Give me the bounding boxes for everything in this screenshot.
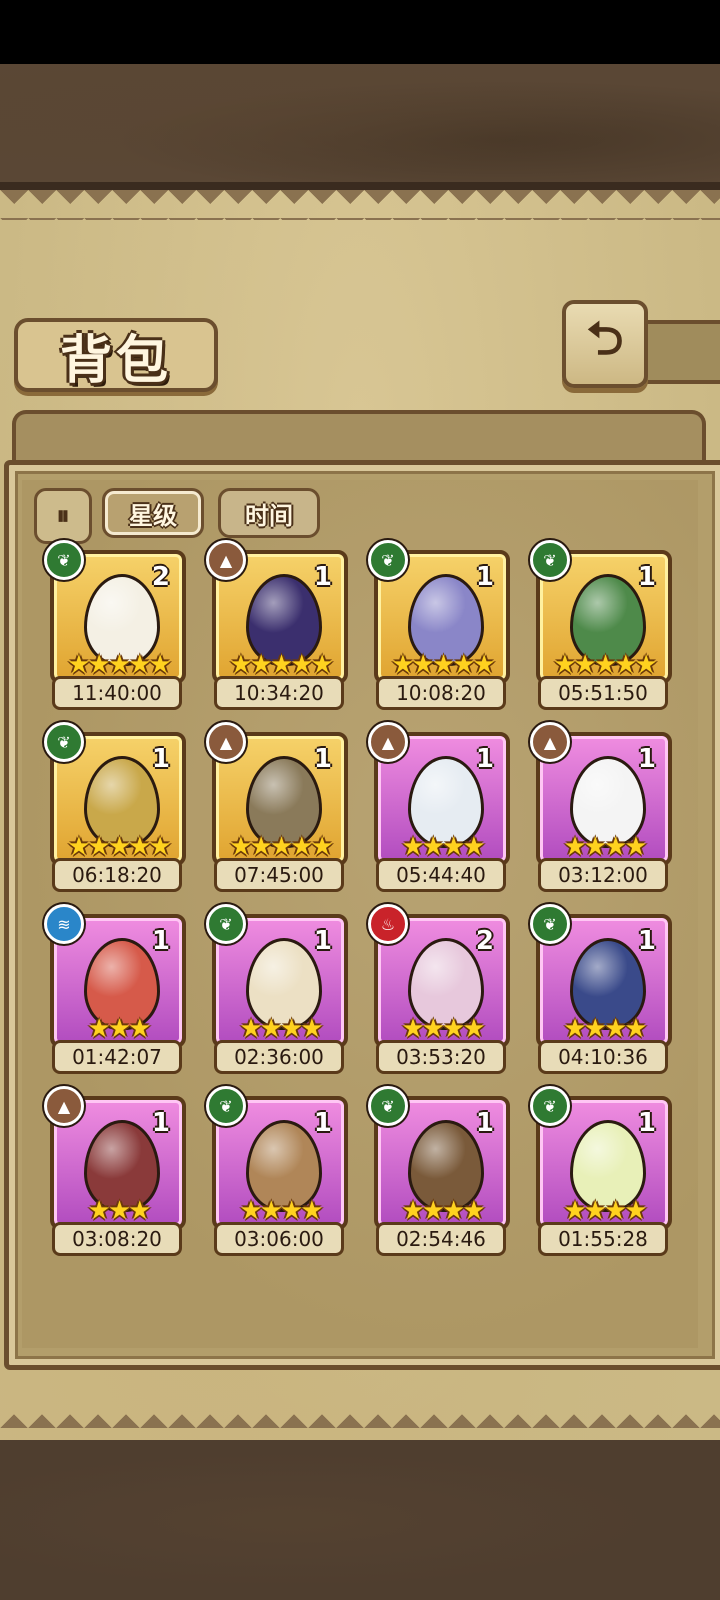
leaf-element-icon: ❦ <box>206 904 246 944</box>
hatch-timer: 03:12:00 <box>538 858 668 892</box>
hatch-timer: 10:08:20 <box>376 676 506 710</box>
tab-sort-by-star[interactable]: 星级 <box>102 488 204 538</box>
egg-count: 1 <box>637 562 656 592</box>
egg-card[interactable]: 1 ★★★★ ❦ 03:06:00 <box>206 1086 348 1256</box>
rock-element-icon: ▲ <box>368 722 408 762</box>
hatch-timer: 03:06:00 <box>214 1222 344 1256</box>
fire-element-icon: ♨ <box>368 904 408 944</box>
leaf-element-icon: ❦ <box>206 1086 246 1126</box>
egg-card[interactable]: 1 ★★★★★ ❦ 06:18:20 <box>44 722 186 892</box>
egg-card[interactable]: 2 ★★★★★ ❦ 11:40:00 <box>44 540 186 710</box>
hatch-timer: 11:40:00 <box>52 676 182 710</box>
egg-count: 1 <box>151 744 170 774</box>
egg-card[interactable]: 1 ★★★★★ ❦ 10:08:20 <box>368 540 510 710</box>
egg-count: 1 <box>475 744 494 774</box>
hatch-timer: 03:53:20 <box>376 1040 506 1074</box>
torn-edge-top <box>0 190 720 220</box>
leaf-element-icon: ❦ <box>44 540 84 580</box>
hatch-timer: 04:10:36 <box>538 1040 668 1074</box>
egg-count: 1 <box>151 1108 170 1138</box>
back-button[interactable]: ⮌ <box>562 300 648 388</box>
egg-card[interactable]: 1 ★★★★ ▲ 03:12:00 <box>530 722 672 892</box>
egg-count: 1 <box>313 744 332 774</box>
leaf-element-icon: ❦ <box>530 1086 570 1126</box>
egg-count: 1 <box>313 926 332 956</box>
egg-count: 1 <box>313 562 332 592</box>
egg-count: 1 <box>475 1108 494 1138</box>
egg-card[interactable]: 2 ★★★★ ♨ 03:53:20 <box>368 904 510 1074</box>
hatch-timer: 06:18:20 <box>52 858 182 892</box>
map-background-top <box>0 64 720 190</box>
map-background-bottom <box>0 1440 720 1600</box>
egg-card[interactable]: 1 ★★★ ▲ 03:08:20 <box>44 1086 186 1256</box>
back-arrow-icon: ⮌ <box>586 311 624 365</box>
torn-edge-bottom <box>0 1400 720 1440</box>
hatch-timer: 02:54:46 <box>376 1222 506 1256</box>
egg-card[interactable]: 1 ★★★★ ▲ 05:44:40 <box>368 722 510 892</box>
rock-element-icon: ▲ <box>530 722 570 762</box>
egg-card[interactable]: 1 ★★★★★ ▲ 10:34:20 <box>206 540 348 710</box>
egg-card[interactable]: 1 ★★★★ ❦ 02:36:00 <box>206 904 348 1074</box>
leaf-element-icon: ❦ <box>368 540 408 580</box>
egg-card[interactable]: 1 ★★★★★ ▲ 07:45:00 <box>206 722 348 892</box>
egg-count: 2 <box>475 926 494 956</box>
egg-count: 1 <box>637 744 656 774</box>
status-bar <box>0 0 720 64</box>
egg-card[interactable]: 1 ★★★★ ❦ 02:54:46 <box>368 1086 510 1256</box>
hatch-timer: 07:45:00 <box>214 858 344 892</box>
leaf-element-icon: ❦ <box>530 904 570 944</box>
title-plate: 背包 <box>14 318 218 392</box>
egg-count: 1 <box>151 926 170 956</box>
hatch-timer: 01:55:28 <box>538 1222 668 1256</box>
tab-sort-by-time[interactable]: 时间 <box>218 488 320 538</box>
egg-card[interactable]: 1 ★★★★ ❦ 04:10:36 <box>530 904 672 1074</box>
hatch-timer: 02:36:00 <box>214 1040 344 1074</box>
leaf-element-icon: ❦ <box>44 722 84 762</box>
rock-element-icon: ▲ <box>206 722 246 762</box>
page-title: 背包 <box>59 329 172 391</box>
hatch-timer: 03:08:20 <box>52 1222 182 1256</box>
hatch-timer: 10:34:20 <box>214 676 344 710</box>
rock-element-icon: ▲ <box>206 540 246 580</box>
hatch-timer: 01:42:07 <box>52 1040 182 1074</box>
egg-count: 1 <box>637 926 656 956</box>
egg-card[interactable]: 1 ★★★★ ❦ 01:55:28 <box>530 1086 672 1256</box>
egg-count: 1 <box>313 1108 332 1138</box>
egg-count: 1 <box>475 562 494 592</box>
leaf-element-icon: ❦ <box>530 540 570 580</box>
hatch-timer: 05:44:40 <box>376 858 506 892</box>
egg-count: 1 <box>637 1108 656 1138</box>
rock-element-icon: ▲ <box>44 1086 84 1126</box>
egg-card[interactable]: 1 ★★★★★ ❦ 05:51:50 <box>530 540 672 710</box>
sort-order-toggle[interactable]: ⏸ <box>34 488 92 544</box>
hatch-timer: 05:51:50 <box>538 676 668 710</box>
egg-count: 2 <box>151 562 170 592</box>
egg-card[interactable]: 1 ★★★ ≋ 01:42:07 <box>44 904 186 1074</box>
water-element-icon: ≋ <box>44 904 84 944</box>
leaf-element-icon: ❦ <box>368 1086 408 1126</box>
